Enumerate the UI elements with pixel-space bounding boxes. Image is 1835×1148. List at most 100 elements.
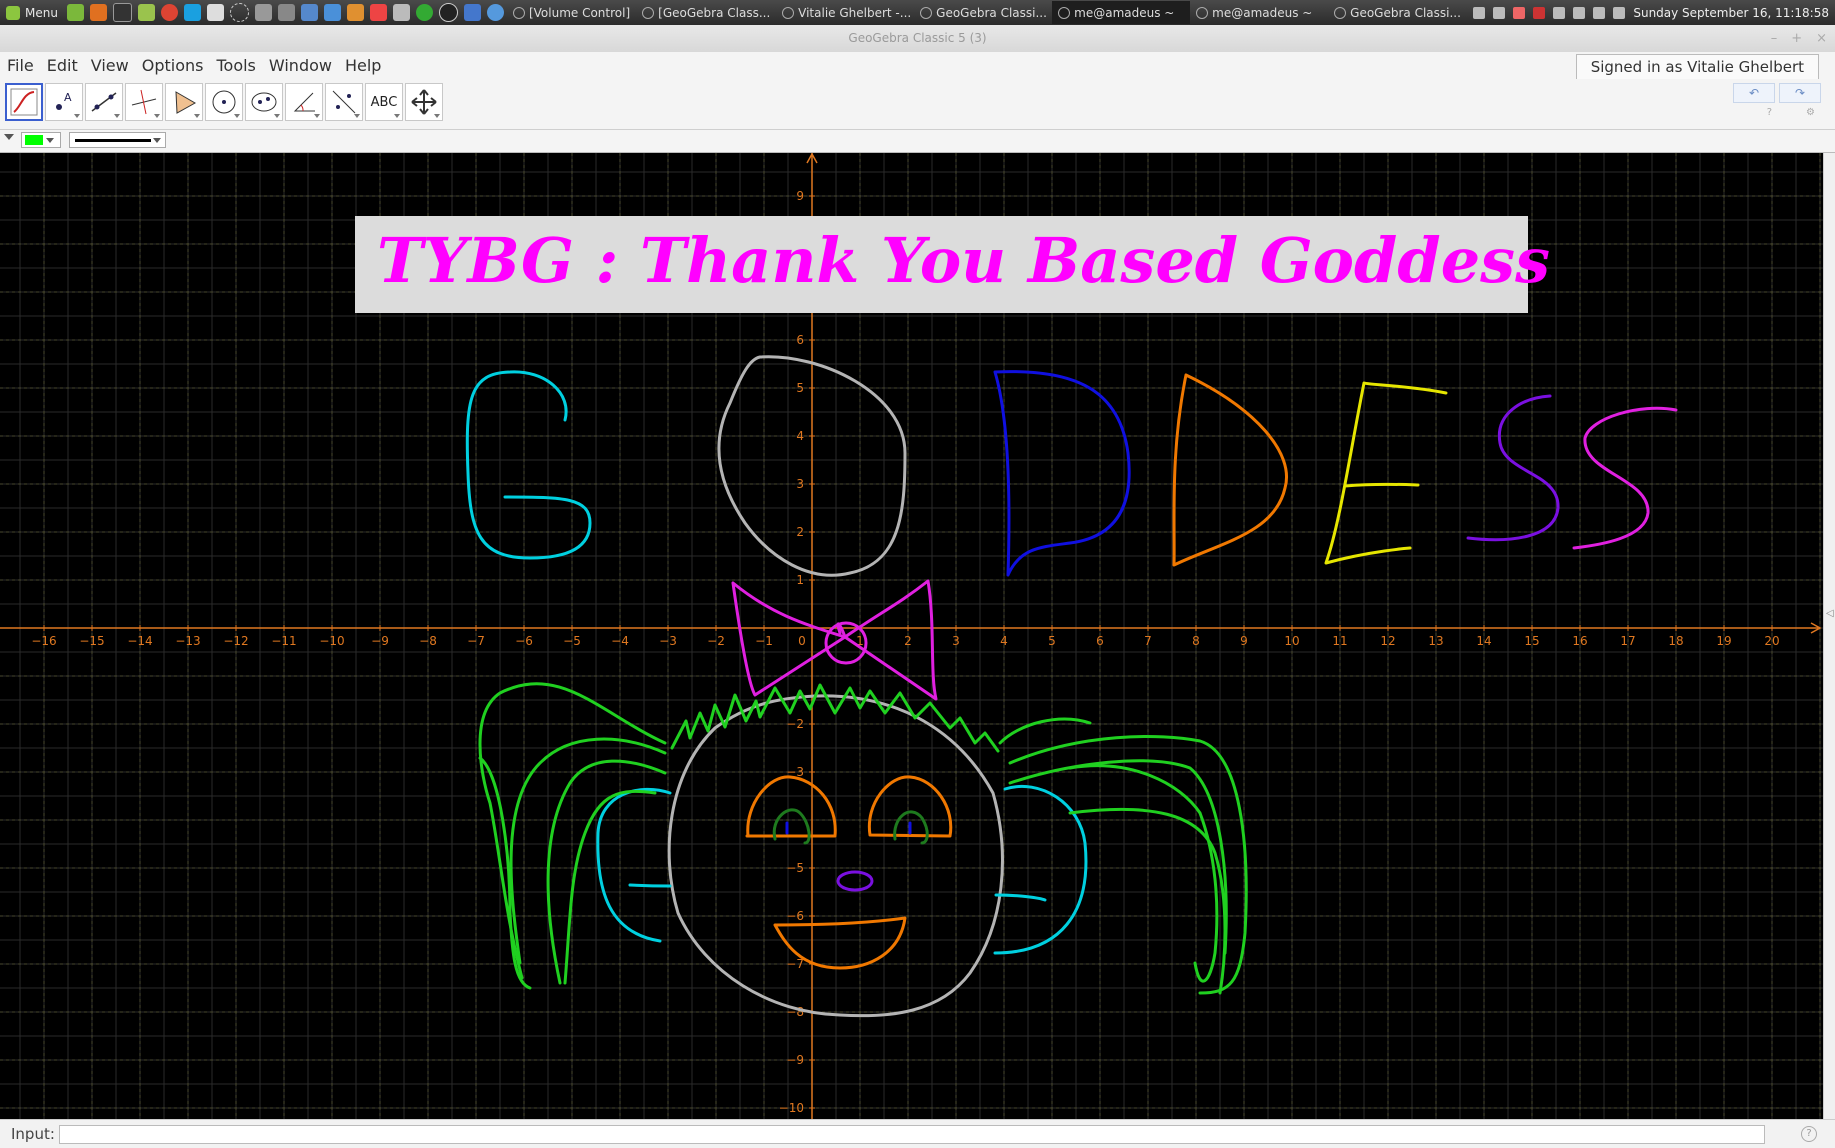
y-tick-label: −5 xyxy=(786,861,804,875)
left-pupil-stroke[interactable] xyxy=(772,808,811,845)
y-tick-label: 3 xyxy=(796,477,804,491)
signed-in-button[interactable]: Signed in as Vitalie Ghelbert xyxy=(1575,54,1819,80)
move-graphics-view-tool-button[interactable] xyxy=(405,83,443,121)
perpendicular-line-tool-button[interactable] xyxy=(125,83,163,121)
menu-help[interactable]: Help xyxy=(338,56,387,75)
files-icon[interactable] xyxy=(137,4,155,21)
clipboard-icon[interactable] xyxy=(1553,6,1566,19)
input-help-icon[interactable]: ? xyxy=(1801,1126,1817,1142)
menu-options[interactable]: Options xyxy=(135,56,210,75)
freehand-tool-button[interactable] xyxy=(5,83,43,121)
menu-edit[interactable]: Edit xyxy=(40,56,84,75)
y-tick-label: −6 xyxy=(786,909,804,923)
line-tool-button[interactable] xyxy=(85,83,123,121)
circle-tool-button[interactable] xyxy=(205,83,243,121)
clock[interactable]: Sunday September 16, 11:18:58 xyxy=(1633,6,1829,20)
menu-view[interactable]: View xyxy=(84,56,135,75)
stylebar-toggle-icon[interactable] xyxy=(4,134,14,140)
close-button[interactable]: × xyxy=(1816,25,1827,52)
globe-icon[interactable] xyxy=(415,4,433,21)
left-eye-stroke[interactable] xyxy=(745,775,837,838)
x-tick-label: 8 xyxy=(1192,634,1200,648)
app-icon[interactable] xyxy=(323,4,341,21)
x-tick-label: −10 xyxy=(319,634,344,648)
x-tick-label: 12 xyxy=(1380,634,1395,648)
letter-d-orange-stroke[interactable] xyxy=(1172,373,1288,567)
us-flag-icon[interactable] xyxy=(1533,6,1546,19)
gimp-icon[interactable] xyxy=(346,4,364,21)
point-tool-button[interactable]: A xyxy=(45,83,83,121)
color-swatch xyxy=(25,135,43,145)
maximize-button[interactable]: + xyxy=(1791,25,1802,52)
undo-button[interactable]: ↶ xyxy=(1733,83,1775,103)
user-icon[interactable] xyxy=(1593,6,1606,19)
line-style-button[interactable] xyxy=(69,132,166,148)
x-tick-label: 18 xyxy=(1668,634,1683,648)
letter-s-purple-stroke[interactable] xyxy=(1466,394,1560,542)
firefox-icon[interactable] xyxy=(89,4,107,21)
x-tick-label: −9 xyxy=(371,634,389,648)
input-field[interactable] xyxy=(58,1124,1765,1144)
help-icon[interactable]: ? xyxy=(1767,107,1772,118)
taskbar-window-0[interactable]: [Volume Control] xyxy=(507,1,636,24)
input-label: Input: xyxy=(11,1125,55,1143)
redo-button[interactable]: ↷ xyxy=(1779,83,1821,103)
calculator-icon[interactable] xyxy=(392,4,410,21)
disk-icon[interactable] xyxy=(254,4,272,21)
undo-icon: ↶ xyxy=(1748,86,1760,100)
kodi-icon[interactable] xyxy=(463,4,481,21)
network-icon[interactable] xyxy=(300,4,318,21)
calendar-icon[interactable] xyxy=(369,4,387,21)
volume-icon[interactable] xyxy=(1573,6,1586,19)
vpn-icon[interactable] xyxy=(486,4,504,21)
ellipse-tool-button[interactable] xyxy=(245,83,283,121)
disk2-icon[interactable] xyxy=(277,4,295,21)
menu-tools[interactable]: Tools xyxy=(209,56,261,75)
window-icon xyxy=(782,6,795,19)
x-tick-label: 4 xyxy=(1000,634,1008,648)
gear-icon[interactable]: ⚙ xyxy=(1806,107,1815,118)
obs-icon[interactable] xyxy=(438,3,458,22)
menu-window[interactable]: Window xyxy=(262,56,338,75)
steam-icon[interactable] xyxy=(1473,6,1486,19)
chat-icon[interactable] xyxy=(1513,6,1526,19)
geogebra-icon[interactable] xyxy=(229,3,249,22)
shield-icon[interactable] xyxy=(1493,6,1506,19)
letter-e-stroke[interactable] xyxy=(1324,381,1448,565)
color-picker-button[interactable] xyxy=(21,132,61,148)
letter-d-blue-stroke[interactable] xyxy=(993,370,1131,577)
reflect-tool-button[interactable] xyxy=(325,83,363,121)
title-banner[interactable]: TYBG : Thank You Based Goddess xyxy=(355,216,1550,313)
window-icon xyxy=(920,6,933,19)
terminal-icon[interactable] xyxy=(112,3,132,22)
hair-left-stroke-2[interactable] xyxy=(509,737,667,965)
text-tool-button[interactable]: ABC xyxy=(365,83,403,121)
nose-stroke[interactable] xyxy=(836,870,874,892)
x-tick-label: 0 xyxy=(798,634,806,648)
side-panel-toggle[interactable]: ◁ xyxy=(1823,153,1835,1119)
taskbar-window-1[interactable]: [GeoGebra Class... xyxy=(636,1,776,24)
taskbar-window-6[interactable]: GeoGebra Classi... xyxy=(1328,1,1466,24)
taskbar-window-3[interactable]: GeoGebra Classi... xyxy=(914,1,1052,24)
graphics-canvas[interactable]: −16 −15 −14 −13 −12 −11 −10 −9 −8 −7 −6 −5 −4 −3 −2 −1 0… xyxy=(0,153,1823,1119)
graphics-view[interactable]: −16 −15 −14 −13 −12 −11 −10 −9 −8 −7 −6 −5 −4 −3 −2 −1 0… xyxy=(0,153,1823,1119)
hair-right-stroke-4[interactable] xyxy=(1068,764,1219,983)
minimize-button[interactable]: – xyxy=(1771,25,1778,52)
taskbar-window-4[interactable]: me@amadeus ~ xyxy=(1052,1,1191,24)
laptop-icon[interactable] xyxy=(206,4,224,21)
letter-s-magenta-stroke[interactable] xyxy=(1572,406,1678,550)
wifi-icon[interactable] xyxy=(1613,6,1626,19)
show-desktop-icon[interactable] xyxy=(66,4,84,21)
perpendicular-icon xyxy=(131,89,157,115)
x-tick-label: 2 xyxy=(904,634,912,648)
left-ear-stroke[interactable] xyxy=(596,787,672,943)
skype-icon[interactable] xyxy=(183,4,201,21)
hair-left-stroke-3[interactable] xyxy=(546,759,667,985)
taskbar-window-5[interactable]: me@amadeus ~ xyxy=(1190,1,1328,24)
taskbar-window-2[interactable]: Vitalie Ghelbert -... xyxy=(776,1,914,24)
angle-tool-button[interactable] xyxy=(285,83,323,121)
polygon-tool-button[interactable] xyxy=(165,83,203,121)
menu-file[interactable]: File xyxy=(0,56,40,75)
start-menu-button[interactable]: Menu xyxy=(0,0,64,25)
chrome-icon[interactable] xyxy=(160,4,178,21)
